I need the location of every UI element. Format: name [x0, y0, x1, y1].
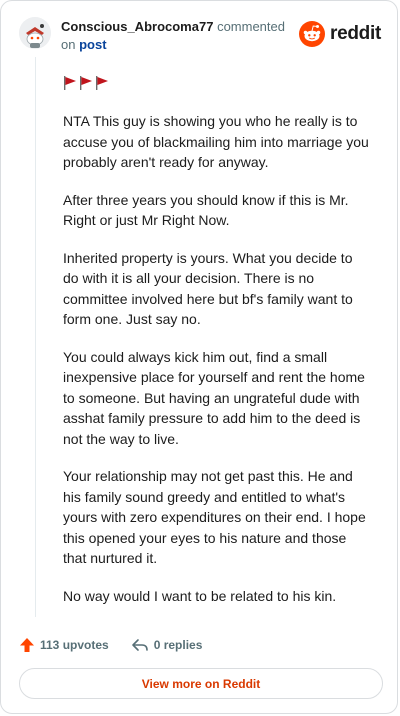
comment-meta: Conscious_Abrocoma77 commented on post: [61, 18, 301, 54]
comment-paragraph: No way would I want to be related to his…: [63, 587, 337, 604]
red-flag-icon: [64, 76, 76, 90]
comment-actions: 113 upvotes 0 replies: [19, 635, 224, 655]
snoo-avatar-icon: [19, 17, 51, 49]
red-flag-icon: [80, 76, 92, 90]
thread-line: [35, 57, 36, 617]
comment-paragraph: Your relationship may not get past this.…: [63, 468, 366, 566]
upvote-arrow-icon: [20, 638, 34, 652]
comment-body: NTA This guy is showing you who he reall…: [63, 75, 371, 623]
username[interactable]: Conscious_Abrocoma77: [61, 19, 213, 34]
comment-paragraph: NTA This guy is showing you who he reall…: [63, 113, 369, 170]
reddit-logo[interactable]: reddit: [299, 21, 381, 47]
upvote-count: 113 upvotes: [40, 638, 109, 652]
reply-count: 0 replies: [153, 638, 203, 652]
reply-button[interactable]: 0 replies: [131, 637, 203, 653]
upvote-button[interactable]: 113 upvotes: [19, 637, 109, 653]
comment-paragraph: You could always kick him out, find a sm…: [63, 348, 365, 447]
view-more-button[interactable]: View more on Reddit: [19, 668, 383, 699]
reply-arrow-icon: [131, 639, 148, 651]
reddit-wordmark: reddit: [330, 23, 381, 44]
flag-emojis: [63, 75, 371, 93]
comment-paragraph: After three years you should know if thi…: [63, 191, 349, 229]
reddit-snoo-icon: [299, 21, 326, 47]
red-flag-icon: [96, 76, 108, 90]
comment-paragraph: Inherited property is yours. What you de…: [63, 249, 353, 328]
post-link[interactable]: post: [79, 37, 106, 52]
comment-header: Conscious_Abrocoma77 commented on post r…: [19, 15, 383, 55]
avatar[interactable]: [19, 17, 51, 49]
embedded-comment-card: Conscious_Abrocoma77 commented on post r…: [0, 0, 398, 714]
